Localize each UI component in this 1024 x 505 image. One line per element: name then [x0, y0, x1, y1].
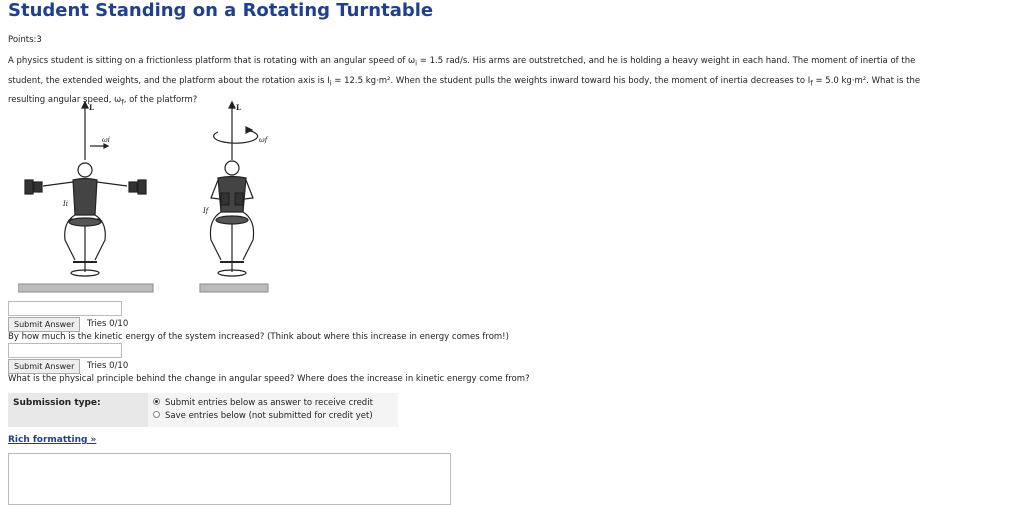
submit-option[interactable]: Submit entries below as answer to receiv…: [153, 397, 398, 410]
response-textarea[interactable]: [8, 453, 451, 505]
answer-field-2[interactable]: [8, 343, 122, 358]
rich-formatting-link[interactable]: Rich formatting »: [8, 435, 96, 445]
submit-answer-button-2[interactable]: Submit Answer: [8, 359, 81, 374]
page-title: Student Standing on a Rotating Turntable: [8, 0, 434, 21]
question-2: By how much is the kinetic energy of the…: [8, 332, 509, 342]
tries-counter-1: Tries 0/10: [87, 319, 129, 329]
submit-answer-button-1[interactable]: Submit Answer: [8, 317, 81, 332]
inertia-i-label: Ii: [62, 200, 68, 208]
axis-label-right: L: [236, 103, 241, 112]
submission-type-panel: Submission type: Submit entries below as…: [8, 393, 398, 427]
answer-field-1[interactable]: [8, 301, 122, 316]
omega-f-label: ωf: [259, 136, 269, 144]
submission-options: Submit entries below as answer to receiv…: [148, 393, 398, 427]
submission-type-label: Submission type:: [8, 393, 148, 427]
points-label: Points:3: [8, 35, 42, 45]
axis-label-left: L: [89, 103, 94, 112]
save-option[interactable]: Save entries below (not submitted for cr…: [153, 410, 398, 423]
omega-i-label: ωi: [102, 136, 110, 144]
radio-submit[interactable]: [153, 398, 160, 405]
inertia-f-label: If: [202, 207, 210, 215]
question-3: What is the physical principle behind th…: [8, 374, 530, 384]
radio-save[interactable]: [153, 411, 160, 418]
turntable-figure: L ωi Ii L ωf If: [18, 100, 269, 293]
tries-counter-2: Tries 0/10: [87, 361, 129, 371]
